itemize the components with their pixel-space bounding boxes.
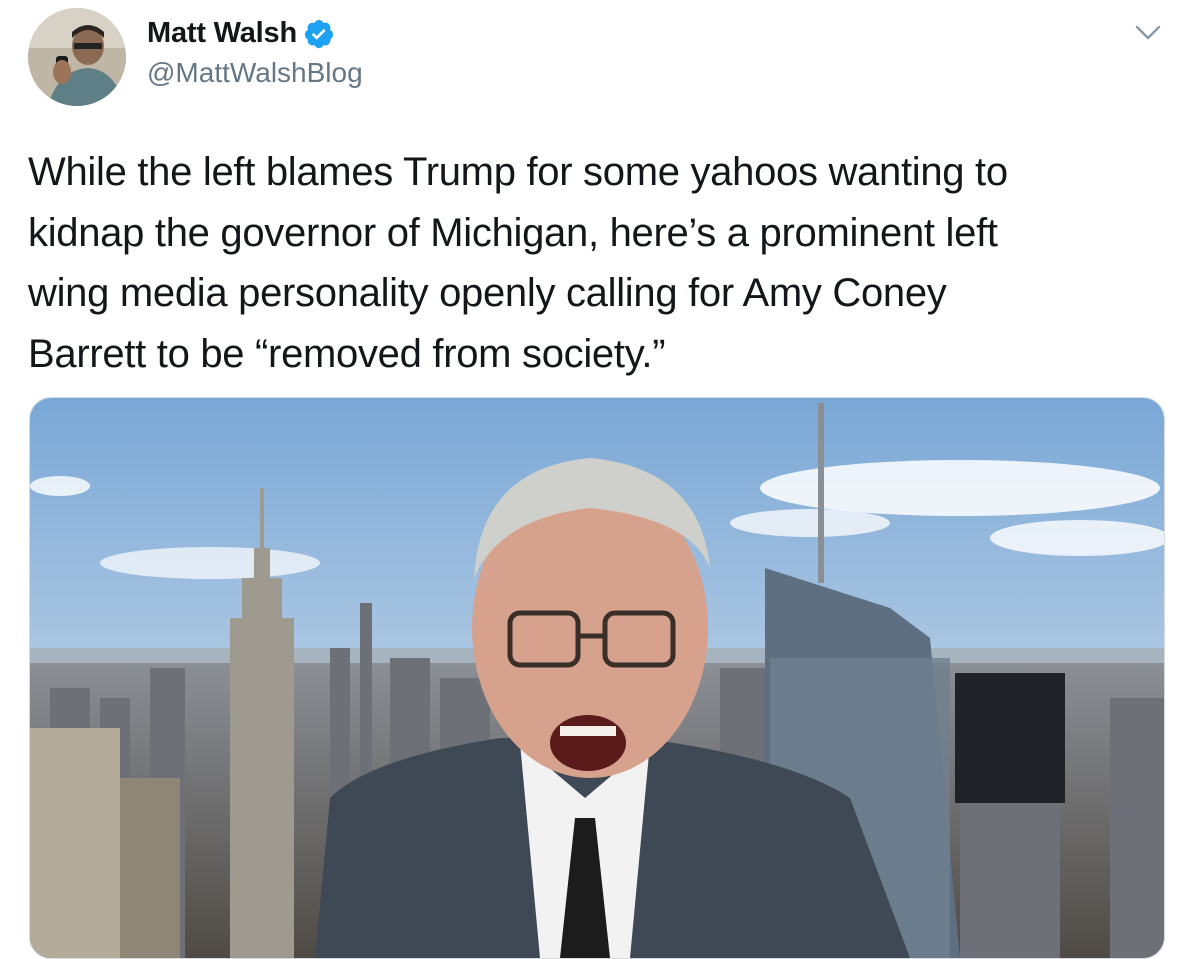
verified-badge-icon (303, 18, 335, 50)
chevron-down-icon[interactable] (1135, 24, 1161, 42)
tweet-media[interactable] (29, 397, 1165, 959)
author-handle[interactable]: @MattWalshBlog (147, 57, 363, 89)
avatar[interactable] (28, 8, 126, 106)
author-name-row[interactable]: Matt Walsh (147, 17, 335, 50)
tweet-text: While the left blames Trump for some yah… (28, 150, 1008, 376)
display-name[interactable]: Matt Walsh (147, 17, 297, 50)
profile-photo-icon (28, 8, 126, 106)
video-frame-image (30, 398, 1164, 958)
